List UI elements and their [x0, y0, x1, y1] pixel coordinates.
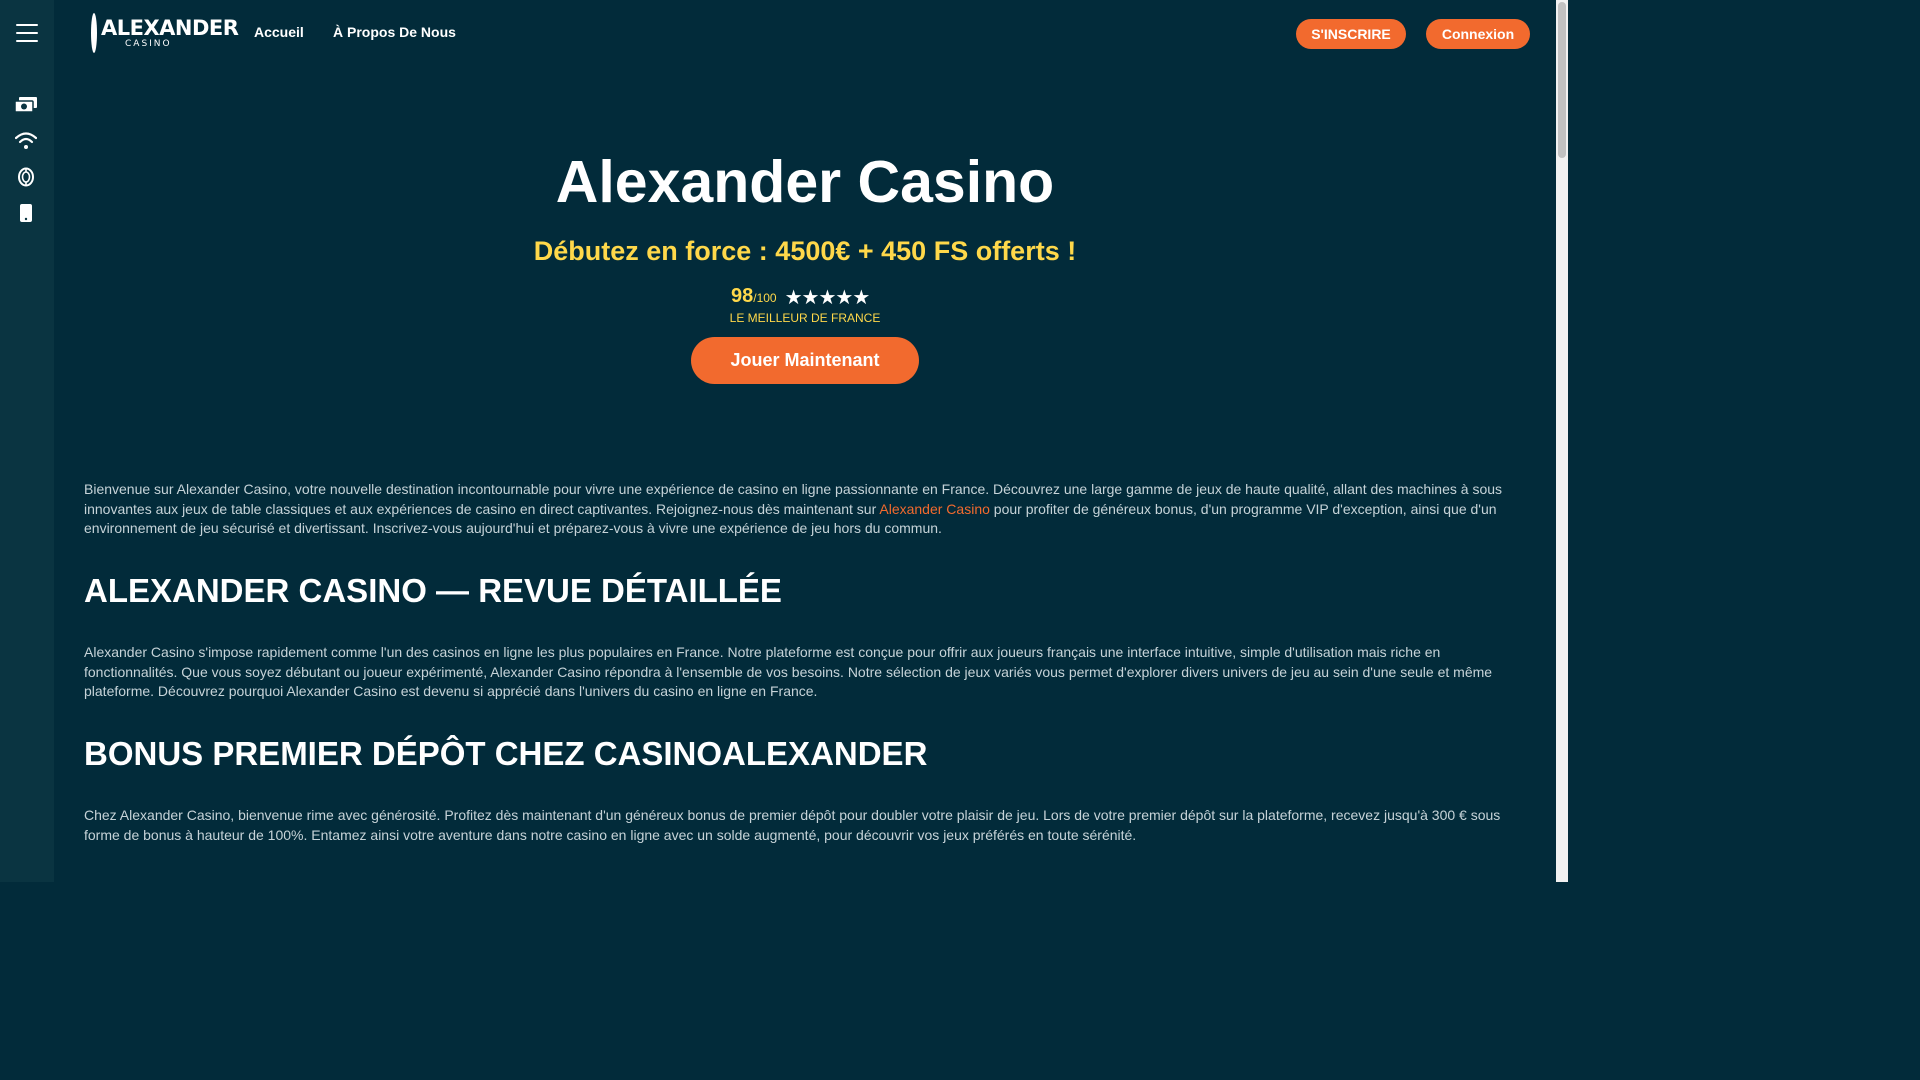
- mobile-icon[interactable]: [14, 201, 38, 225]
- bonus-paragraph: Chez Alexander Casino, bienvenue rime av…: [84, 807, 1501, 843]
- review-paragraph: Alexander Casino s'impose rapidement com…: [84, 644, 1493, 700]
- money-icon[interactable]: [14, 93, 38, 117]
- page-title: Alexander Casino: [555, 149, 1055, 215]
- logo-text: ALEXANDER: [101, 15, 239, 40]
- login-button[interactable]: Connexion: [1426, 19, 1530, 49]
- play-now-button[interactable]: Jouer Maintenant: [691, 337, 919, 384]
- scrollbar[interactable]: [1556, 0, 1568, 882]
- sidebar: [0, 0, 54, 882]
- logo-mascot-icon: [91, 13, 97, 53]
- wifi-icon[interactable]: [14, 129, 38, 153]
- chip-icon[interactable]: [14, 165, 38, 189]
- casino-link[interactable]: Alexander Casino: [879, 501, 990, 517]
- star-rating-icon: ★★★★★: [784, 287, 871, 309]
- register-button[interactable]: S'INSCRIRE: [1296, 19, 1406, 49]
- bonus-heading: BONUS PREMIER DÉPÔT CHEZ CASINOALEXANDER: [84, 735, 928, 772]
- nav-about-link[interactable]: À Propos De Nous: [333, 24, 456, 40]
- review-heading: ALEXANDER CASINO — REVUE DÉTAILLÉE: [84, 572, 782, 609]
- rating-caption: LE MEILLEUR DE FRANCE: [729, 311, 881, 325]
- logo[interactable]: ALEXANDER CASINO: [91, 12, 239, 54]
- intro-paragraph: Bienvenue sur Alexander Casino, votre no…: [84, 480, 1520, 539]
- rating-score: 98: [731, 285, 754, 307]
- scrollbar-thumb[interactable]: [1558, 2, 1566, 158]
- rating-max: /100: [753, 291, 777, 305]
- menu-icon[interactable]: [16, 24, 38, 42]
- bonus-headline: Débutez en force : 4500€ + 450 FS offert…: [533, 236, 1077, 266]
- rating: 98 /100 ★★★★★: [731, 283, 871, 309]
- logo-subtext: CASINO: [125, 38, 172, 49]
- nav-home-link[interactable]: Accueil: [254, 24, 304, 40]
- top-navigation: ALEXANDER CASINO Accueil À Propos De Nou…: [54, 0, 1556, 66]
